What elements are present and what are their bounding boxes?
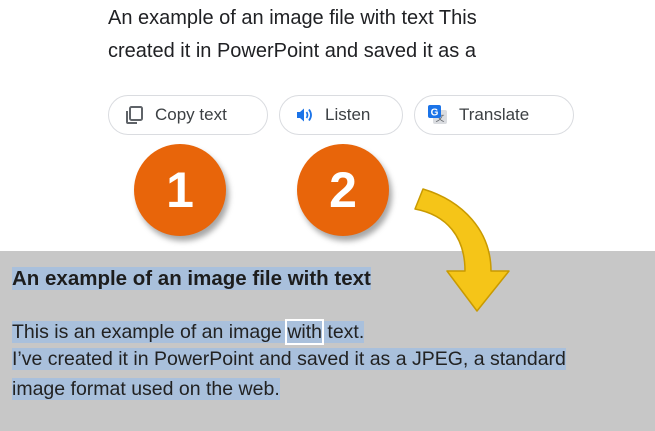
- extracted-text-line-1: An example of an image file with text Th…: [108, 7, 477, 29]
- document-line-2: I’ve created it in PowerPoint and saved …: [12, 348, 566, 371]
- highlighted-word: with: [285, 319, 324, 345]
- listen-button[interactable]: Listen: [279, 95, 403, 135]
- translate-button[interactable]: 文 G Translate: [414, 95, 574, 135]
- document-title-text: An example of an image file with text: [12, 267, 371, 290]
- document-line-1-start: This is an example of an image: [12, 321, 288, 343]
- listen-label: Listen: [325, 105, 371, 124]
- step-2-badge: 2: [297, 144, 389, 236]
- extracted-text-line-2: created it in PowerPoint and saved it as…: [108, 40, 476, 62]
- document-preview: An example of an image file with text Th…: [0, 251, 655, 431]
- extracted-text: An example of an image file with text Th…: [108, 2, 655, 68]
- speaker-icon: [293, 104, 315, 126]
- curved-arrow-icon: [414, 188, 510, 312]
- document-line-3: image format used on the web.: [12, 378, 280, 401]
- document-line-2-text: I’ve created it in PowerPoint and saved …: [12, 348, 566, 370]
- copy-text-button[interactable]: Copy text: [108, 95, 268, 135]
- translate-icon: 文 G: [427, 104, 449, 126]
- document-line-1-end: text.: [322, 321, 365, 343]
- copy-text-label: Copy text: [155, 105, 227, 124]
- svg-text:G: G: [431, 108, 439, 119]
- document-title: An example of an image file with text: [12, 267, 371, 291]
- copy-icon: [123, 104, 145, 126]
- document-line-1: This is an example of an image with text…: [12, 319, 365, 345]
- document-line-3-text: image format used on the web.: [12, 378, 280, 400]
- step-1-badge: 1: [134, 144, 226, 236]
- translate-label: Translate: [459, 105, 530, 124]
